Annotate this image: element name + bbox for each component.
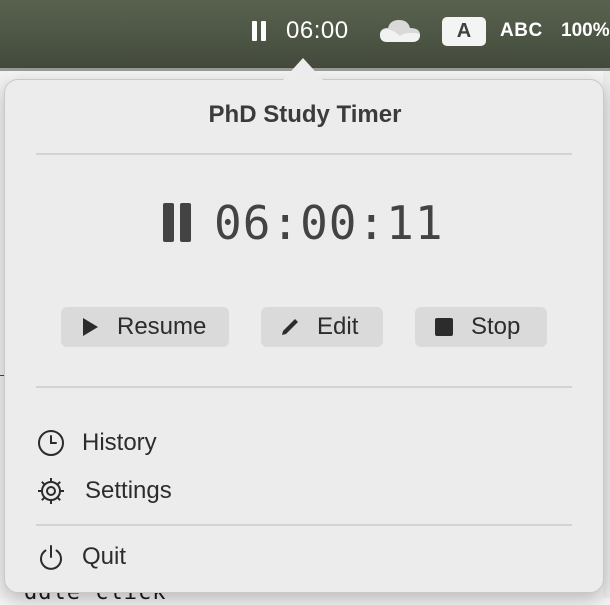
play-icon — [79, 316, 101, 338]
pencil-icon — [279, 316, 301, 338]
resume-button[interactable]: Resume — [61, 307, 229, 347]
battery-percentage[interactable]: 100% — [561, 0, 610, 62]
input-source-indicator[interactable]: A — [442, 0, 486, 62]
background-window-right — [603, 71, 610, 598]
keyboard-layout-label[interactable]: ABC — [500, 0, 543, 62]
popover-arrow — [283, 58, 323, 80]
menu-item-history[interactable]: History — [36, 428, 157, 458]
clock-icon — [36, 428, 66, 458]
edit-label: Edit — [317, 313, 359, 340]
stop-icon — [433, 316, 455, 338]
menu-item-settings[interactable]: Settings — [36, 476, 172, 506]
quit-label: Quit — [82, 543, 127, 570]
gear-icon — [36, 476, 66, 506]
menubar-timer-pause-icon[interactable] — [248, 0, 270, 62]
menubar-timer-text[interactable]: 06:00 — [286, 0, 349, 62]
timer-display: 06:00:11 — [214, 196, 444, 250]
input-source-letter: A — [442, 16, 486, 46]
stop-button[interactable]: Stop — [415, 307, 547, 347]
power-icon — [36, 542, 66, 572]
pause-icon — [252, 21, 266, 41]
actions-divider — [36, 386, 572, 388]
history-label: History — [82, 429, 157, 456]
menu-item-quit[interactable]: Quit — [36, 542, 126, 572]
edit-button[interactable]: Edit — [261, 307, 383, 347]
title-divider — [36, 153, 572, 155]
stop-label: Stop — [471, 313, 521, 340]
settings-label: Settings — [85, 477, 172, 504]
cloud-icon[interactable] — [378, 0, 422, 62]
pause-icon — [163, 203, 191, 242]
settings-divider — [36, 524, 572, 526]
resume-label: Resume — [117, 313, 207, 340]
popover-title: PhD Study Timer — [208, 101, 402, 128]
